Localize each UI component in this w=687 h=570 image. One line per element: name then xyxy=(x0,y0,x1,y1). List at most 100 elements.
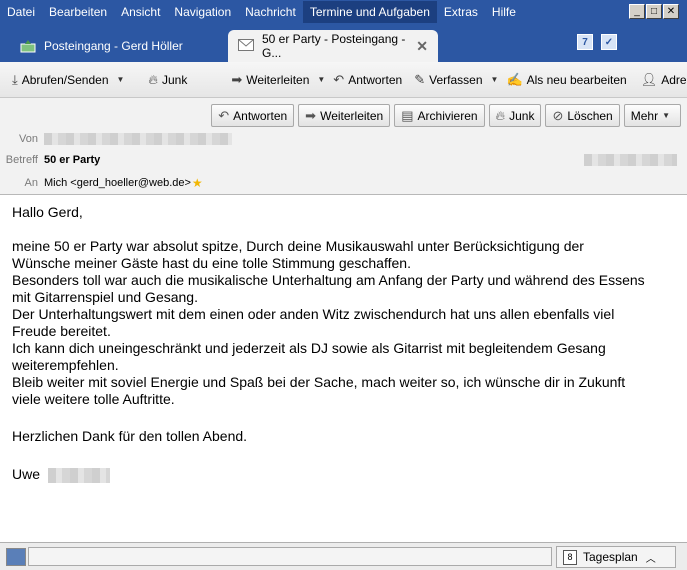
pencil-icon: ✎ xyxy=(414,71,426,87)
tasks-icon[interactable]: ✓ xyxy=(601,34,617,50)
fetch-dropdown-icon[interactable]: ▼ xyxy=(117,75,125,84)
status-text-field xyxy=(28,547,552,566)
sender-redacted xyxy=(44,133,232,145)
reply-arrow-icon: ↶ xyxy=(218,107,230,123)
today-pane-label: Tagesplan xyxy=(583,550,638,564)
body-line: Ich kann dich uneingeschränkt und jederz… xyxy=(12,340,606,356)
signature: Uwe xyxy=(12,466,675,483)
body-line: viele weitere tolle Auftritte. xyxy=(12,391,175,407)
delete-icon: ⊘ xyxy=(552,107,564,123)
compose-button[interactable]: ✎ Verfassen xyxy=(410,68,486,92)
recipient-value[interactable]: Mich <gerd_hoeller@web.de> xyxy=(44,177,191,189)
header-reply-label: Antworten xyxy=(233,108,288,123)
address-book-button[interactable]: 👤︎ Adre xyxy=(637,68,687,92)
body-line: meine 50 er Party war absolut spitze, Du… xyxy=(12,238,584,254)
menu-bearbeiten[interactable]: Bearbeiten xyxy=(42,1,114,23)
body-line: Freude bereitet. xyxy=(12,323,111,339)
header-more-label: Mehr xyxy=(630,108,659,123)
greeting: Hallo Gerd, xyxy=(12,204,83,220)
edit-as-new-label: Als neu bearbeiten xyxy=(526,72,627,87)
forward-arrow-icon: ➡ xyxy=(231,71,243,87)
menu-hilfe[interactable]: Hilfe xyxy=(485,1,523,23)
from-label: Von xyxy=(19,133,38,145)
menu-bar: Datei Bearbeiten Ansicht Navigation Nach… xyxy=(0,0,687,24)
header-buttons: ↶ Antworten ➡ Weiterleiten ▤ Archivieren… xyxy=(211,104,681,127)
chevron-down-icon: ▼ xyxy=(662,111,670,120)
forward-arrow-icon: ➡ xyxy=(305,107,317,123)
junk-flame-icon: 🔥︎ xyxy=(148,71,158,87)
tab-bar: Posteingang - Gerd Höller 50 er Party - … xyxy=(0,24,687,62)
menu-nachricht[interactable]: Nachricht xyxy=(238,1,303,23)
junk-label: Junk xyxy=(161,72,188,87)
header-forward-button[interactable]: ➡ Weiterleiten xyxy=(298,104,391,127)
forward-label: Weiterleiten xyxy=(246,72,310,87)
calendar-day-icon: 8 xyxy=(563,549,577,565)
menu-termine[interactable]: Termine und Aufgaben xyxy=(302,1,437,23)
maximize-icon[interactable]: □ xyxy=(646,4,662,19)
date-redacted xyxy=(584,154,677,166)
junk-button[interactable]: 🔥︎ Junk xyxy=(144,68,191,92)
menu-extras[interactable]: Extras xyxy=(437,1,485,23)
main-toolbar: ⤓ Abrufen/Senden ▼ 🔥︎ Junk ➡ Weiterleite… xyxy=(0,62,687,98)
minimize-icon[interactable]: _ xyxy=(629,4,645,19)
menu-datei[interactable]: Datei xyxy=(0,1,42,23)
menu-ansicht[interactable]: Ansicht xyxy=(114,1,167,23)
to-label: An xyxy=(24,177,38,189)
menu-navigation[interactable]: Navigation xyxy=(167,1,238,23)
close-window-icon[interactable]: ✕ xyxy=(663,4,679,19)
from-row: Von xyxy=(0,133,232,145)
archive-box-icon: ▤ xyxy=(401,107,414,123)
forward-button[interactable]: ➡ Weiterleiten xyxy=(227,68,313,92)
signature-name: Uwe xyxy=(12,466,41,482)
forward-dropdown-icon[interactable]: ▼ xyxy=(317,75,325,84)
header-junk-button[interactable]: 🔥︎ Junk xyxy=(488,104,542,127)
edit-doc-icon: ✍ xyxy=(506,71,523,87)
header-reply-button[interactable]: ↶ Antworten xyxy=(211,104,295,127)
compose-label: Verfassen xyxy=(429,72,483,87)
header-delete-button[interactable]: ⊘ Löschen xyxy=(545,104,620,127)
body-line: Wünsche meiner Gäste hast du eine tolle … xyxy=(12,255,411,271)
header-junk-label: Junk xyxy=(509,108,535,123)
header-archive-button[interactable]: ▤ Archivieren xyxy=(394,104,485,127)
star-icon[interactable]: ★ xyxy=(192,176,203,190)
header-more-button[interactable]: Mehr ▼ xyxy=(623,104,681,127)
tabbar-icons: 7 ✓ xyxy=(577,34,617,50)
tab-inbox-label: Posteingang - Gerd Höller xyxy=(44,39,183,53)
close-tab-icon[interactable]: ✕ xyxy=(416,38,428,55)
signature-redacted xyxy=(47,467,110,483)
body-line: Besonders toll war auch die musikalische… xyxy=(12,272,645,288)
tab-message-label: 50 er Party - Posteingang - G... xyxy=(262,32,406,60)
body-line: weiterempfehlen. xyxy=(12,357,119,373)
body-line: mit Gitarrenspiel und Gesang. xyxy=(12,289,198,305)
compose-dropdown-icon[interactable]: ▼ xyxy=(491,75,499,84)
reply-arrow-icon: ↶ xyxy=(333,71,345,87)
message-body: Hallo Gerd, meine 50 er Party war absolu… xyxy=(0,196,687,542)
thanks-line: Herzlichen Dank für den tollen Abend. xyxy=(12,428,248,444)
network-status-icon[interactable] xyxy=(6,547,26,566)
calendar-icon[interactable]: 7 xyxy=(577,34,593,50)
junk-flame-icon: 🔥︎ xyxy=(495,107,506,123)
edit-as-new-button[interactable]: ✍ Als neu bearbeiten xyxy=(502,68,630,92)
address-label: Adre xyxy=(661,72,687,87)
header-forward-label: Weiterleiten xyxy=(320,108,384,123)
download-icon: ⤓ xyxy=(12,71,18,87)
subject-value: 50 er Party xyxy=(44,154,101,166)
fetch-button[interactable]: ⤓ Abrufen/Senden xyxy=(8,68,113,92)
header-delete-label: Löschen xyxy=(567,108,613,123)
tab-message[interactable]: 50 er Party - Posteingang - G... ✕ xyxy=(228,30,438,62)
inbox-icon xyxy=(20,39,36,53)
subject-row: Betreff 50 er Party xyxy=(0,154,100,166)
status-bar: 8 Tagesplan ︿ xyxy=(0,542,687,570)
to-row: An Mich <gerd_hoeller@web.de> ★ xyxy=(0,176,203,190)
envelope-icon xyxy=(238,39,254,53)
person-icon: 👤︎ xyxy=(640,71,658,87)
header-archive-label: Archivieren xyxy=(417,108,478,123)
reply-button[interactable]: ↶ Antworten xyxy=(329,68,406,92)
body-line: Bleib weiter mit soviel Energie und Spaß… xyxy=(12,374,626,390)
tab-inbox[interactable]: Posteingang - Gerd Höller xyxy=(10,30,232,62)
today-pane-toggle[interactable]: 8 Tagesplan ︿ xyxy=(556,546,676,568)
message-header: ↶ Antworten ➡ Weiterleiten ▤ Archivieren… xyxy=(0,98,687,195)
body-line: Der Unterhaltungswert mit dem einen oder… xyxy=(12,306,615,322)
subject-label: Betreff xyxy=(5,154,38,166)
reply-label: Antworten xyxy=(348,72,403,87)
